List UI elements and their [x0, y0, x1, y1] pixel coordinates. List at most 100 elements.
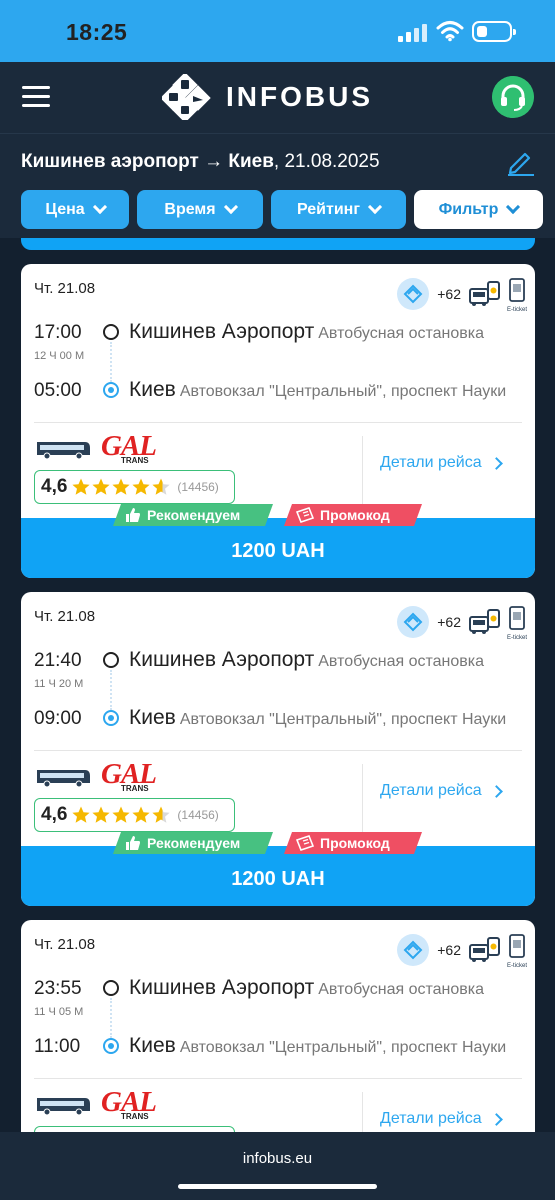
bus-icon: [37, 442, 90, 460]
arrival-dot: [103, 1038, 119, 1054]
star-icon: [112, 478, 131, 495]
previous-card-price-bar: [21, 238, 535, 250]
arrival-place: Киев Автовокзал "Центральный", проспект Н…: [129, 378, 507, 401]
browser-address-bar[interactable]: infobus.eu: [0, 1132, 555, 1200]
rating-value: 4,6: [41, 804, 68, 825]
star-icon: [152, 478, 171, 495]
departure-place: Кишинев Аэропорт Автобусная остановка: [129, 320, 485, 343]
wifi-icon: [436, 21, 464, 42]
trip-date: Чт. 21.08: [34, 936, 96, 953]
trip-amenities: +62 E-ticket: [397, 278, 527, 313]
edit-pencil-icon[interactable]: [505, 146, 535, 176]
review-count: (14456): [177, 808, 219, 822]
price-button[interactable]: 1200 UAH: [21, 846, 535, 906]
extra-amenities-count: +62: [437, 942, 461, 958]
trip-duration: 12 Ч 00 М: [34, 350, 85, 362]
star-icon: [92, 478, 111, 495]
chevron-right-icon: [489, 456, 503, 470]
bus-ticket-icon: [469, 281, 500, 306]
recommend-badge: Рекомендуем: [113, 504, 273, 526]
e-ticket-icon: E-ticket: [507, 278, 527, 313]
e-ticket-icon: E-ticket: [507, 606, 527, 641]
amenity-icon: [397, 278, 430, 310]
trip-amenities: +62 E-ticket: [397, 934, 527, 969]
recommend-badge: Рекомендуем: [113, 832, 273, 854]
arrival-dot: [103, 710, 119, 726]
trip-details-link[interactable]: Детали рейса: [380, 1110, 503, 1128]
trip-date: Чт. 21.08: [34, 608, 96, 625]
departure-place: Кишинев Аэропорт Автобусная остановка: [129, 976, 485, 999]
bus-ticket-icon: [469, 937, 500, 962]
menu-icon[interactable]: [22, 86, 50, 108]
trip-duration: 11 Ч 05 М: [34, 1006, 84, 1018]
departure-dot: [103, 652, 119, 668]
amenity-icon: [397, 606, 430, 638]
extra-amenities-count: +62: [437, 286, 461, 302]
trip-duration: 11 Ч 20 М: [34, 678, 84, 690]
star-icon: [152, 806, 171, 823]
bus-ticket-icon: [469, 609, 500, 634]
star-icon: [72, 478, 91, 495]
trip-amenities: +62 E-ticket: [397, 606, 527, 641]
carrier-rating[interactable]: 4,6 (14456): [34, 798, 235, 832]
carrier-logo: GAL TRANS: [101, 1086, 157, 1121]
trip-details-link[interactable]: Детали рейса: [380, 454, 503, 472]
arrival-place: Киев Автовокзал "Центральный", проспект Н…: [129, 1034, 507, 1057]
chevron-right-icon: [489, 784, 503, 798]
arrival-time: 05:00: [34, 380, 82, 401]
sort-price-button[interactable]: Цена: [21, 190, 129, 229]
review-count: (14456): [177, 480, 219, 494]
route-title: Кишинев аэропорт → Киев, 21.08.2025: [21, 151, 380, 172]
star-icon: [92, 806, 111, 823]
departure-dot: [103, 324, 119, 340]
sort-rating-button[interactable]: Рейтинг: [271, 190, 406, 229]
sort-time-button[interactable]: Время: [137, 190, 263, 229]
departure-time: 23:55: [34, 978, 82, 999]
extra-amenities-count: +62: [437, 614, 461, 630]
chevron-down-icon: [506, 199, 521, 215]
brand-name: INFOBUS: [226, 81, 373, 112]
departure-place: Кишинев Аэропорт Автобусная остановка: [129, 648, 485, 671]
arrival-dot: [103, 382, 119, 398]
bus-icon: [37, 770, 90, 788]
carrier-logo: GAL TRANS: [101, 758, 157, 793]
trip-card[interactable]: Чт. 21.08 +62 E-ticket 21:40 11 Ч 20 М 0…: [21, 592, 535, 906]
status-bar: 18:25: [0, 0, 555, 62]
rating-value: 4,6: [41, 476, 68, 497]
star-icon: [72, 806, 91, 823]
thumbs-up-icon: [125, 835, 141, 851]
e-ticket-icon: E-ticket: [507, 934, 527, 969]
price-button[interactable]: 1200 UAH: [21, 518, 535, 578]
departure-time: 17:00: [34, 322, 82, 343]
departure-dot: [103, 980, 119, 996]
rating-stars: [71, 477, 171, 497]
filter-button[interactable]: Фильтр: [414, 190, 543, 229]
rating-stars: [71, 805, 171, 825]
status-time: 18:25: [66, 19, 128, 45]
departure-time: 21:40: [34, 650, 82, 671]
star-icon: [132, 806, 151, 823]
trip-list[interactable]: Чт. 21.08 +62 E-ticket 17:00 12 Ч 00 М 0…: [0, 238, 555, 1132]
arrival-time: 09:00: [34, 708, 82, 729]
thumbs-up-icon: [125, 507, 141, 523]
trip-card[interactable]: Чт. 21.08 +62 E-ticket 17:00 12 Ч 00 М 0…: [21, 264, 535, 578]
site-url: infobus.eu: [242, 1150, 313, 1167]
trip-card[interactable]: Чт. 21.08 +62 E-ticket 23:55 11 Ч 05 М 1…: [21, 920, 535, 1132]
battery-icon: [472, 21, 516, 42]
chevron-down-icon: [367, 199, 383, 215]
bus-icon: [37, 1098, 90, 1116]
carrier-logo: GAL TRANS: [101, 430, 157, 465]
trip-date: Чт. 21.08: [34, 280, 96, 297]
cellular-signal-icon: [398, 24, 428, 42]
home-indicator[interactable]: [178, 1184, 377, 1189]
route-bar: Кишинев аэропорт → Киев, 21.08.2025 Цена…: [0, 134, 555, 238]
trip-details-link[interactable]: Детали рейса: [380, 782, 503, 800]
carrier-rating[interactable]: 4,6 (14456): [34, 470, 235, 504]
promo-badge: Промокод: [284, 504, 422, 526]
chevron-right-icon: [489, 1112, 503, 1126]
brand-logo[interactable]: INFOBUS: [162, 74, 373, 120]
coupon-icon: [296, 507, 314, 523]
support-headset-icon[interactable]: [492, 76, 534, 118]
arrival-time: 11:00: [34, 1036, 81, 1057]
star-icon: [132, 478, 151, 495]
